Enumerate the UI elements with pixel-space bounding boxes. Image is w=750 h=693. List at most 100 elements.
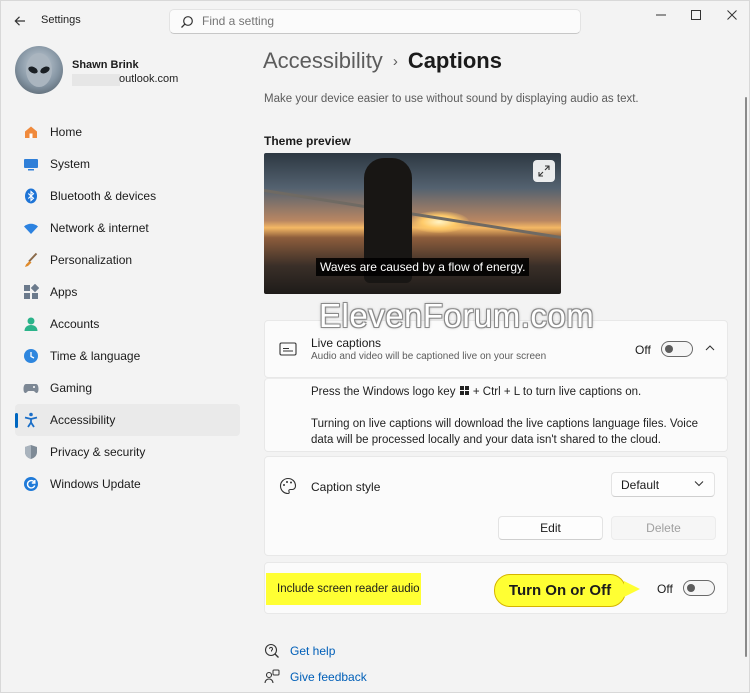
scrollbar[interactable]: [745, 97, 747, 657]
watermark: ElevenForum.com: [319, 297, 595, 334]
live-captions-toggle[interactable]: [661, 341, 693, 357]
palette-icon: [280, 477, 297, 495]
sidebar-item-bluetooth[interactable]: Bluetooth & devices: [15, 180, 240, 212]
bluetooth-icon: [23, 188, 39, 204]
app-title: Settings: [41, 14, 81, 26]
caption-style-title: Caption style: [311, 480, 381, 494]
sidebar-item-label: Network & internet: [50, 221, 149, 235]
update-icon: [23, 476, 39, 492]
give-feedback-label: Give feedback: [290, 670, 367, 684]
maximize-icon: [691, 10, 701, 20]
live-captions-shortcut-text: Press the Windows logo key + Ctrl + L to…: [311, 384, 641, 400]
sidebar-item-label: Accessibility: [50, 413, 116, 427]
delete-button[interactable]: Delete: [611, 516, 716, 540]
captions-icon: [279, 342, 297, 356]
search-input[interactable]: [202, 14, 562, 28]
sidebar-item-accessibility[interactable]: Accessibility: [15, 404, 240, 436]
chevron-down-icon: [694, 481, 704, 487]
sidebar-item-accounts[interactable]: Accounts: [15, 308, 240, 340]
give-feedback-link[interactable]: Give feedback: [264, 669, 367, 685]
back-arrow-icon: [14, 16, 25, 26]
back-button[interactable]: [9, 10, 31, 32]
expand-preview-button[interactable]: [533, 160, 555, 182]
caption-style-card: Caption style: [264, 456, 728, 556]
live-captions-download-text-1: Turning on live captions will download t…: [311, 418, 698, 430]
brush-icon: [23, 252, 39, 268]
sidebar-item-network[interactable]: Network & internet: [15, 212, 240, 244]
profile-name: Shawn Brink: [72, 59, 139, 71]
get-help-label: Get help: [290, 644, 336, 658]
sidebar-item-label: Windows Update: [50, 477, 141, 491]
minimize-icon: [656, 14, 666, 16]
screen-reader-state: Off: [657, 582, 673, 596]
alien-avatar-icon: [26, 53, 52, 87]
sidebar-item-privacy[interactable]: Privacy & security: [15, 436, 240, 468]
breadcrumb-separator: ›: [392, 53, 398, 70]
screen-reader-label: Include screen reader audio: [266, 573, 421, 605]
close-icon: [727, 10, 737, 20]
breadcrumb: Accessibility › Captions: [263, 48, 502, 74]
screen-reader-toggle[interactable]: [683, 580, 715, 596]
sidebar-item-label: Time & language: [50, 349, 141, 363]
sidebar-item-gaming[interactable]: Gaming: [15, 372, 240, 404]
settings-window: Settings Shawn Brink outlook.com Home: [0, 0, 750, 693]
sidebar-item-system[interactable]: System: [15, 148, 240, 180]
monitor-icon: [23, 156, 39, 172]
caption-style-selected: Default: [621, 477, 660, 492]
person-icon: [23, 316, 39, 332]
edit-button[interactable]: Edit: [498, 516, 603, 540]
sidebar-item-time-language[interactable]: Time & language: [15, 340, 240, 372]
feedback-icon: [264, 669, 280, 685]
sidebar-item-windows-update[interactable]: Windows Update: [15, 468, 240, 500]
title-bar: Settings: [1, 1, 750, 41]
page-subtitle: Make your device easier to use without s…: [264, 93, 639, 105]
expand-icon: [538, 165, 550, 177]
breadcrumb-parent[interactable]: Accessibility: [263, 48, 383, 73]
get-help-link[interactable]: Get help: [264, 643, 335, 659]
sidebar-item-label: Apps: [50, 285, 78, 299]
minimize-button[interactable]: [646, 5, 676, 25]
theme-preview-title: Theme preview: [264, 134, 351, 148]
home-icon: [23, 124, 39, 140]
close-button[interactable]: [717, 5, 747, 25]
shortcut-text-before: Press the Windows logo key: [311, 386, 456, 398]
sidebar-item-label: Accounts: [50, 317, 100, 331]
search-icon: [181, 16, 193, 28]
accessibility-icon: [23, 412, 39, 428]
chevron-up-icon[interactable]: [705, 344, 715, 351]
live-captions-info: Press the Windows logo key + Ctrl + L to…: [264, 378, 728, 452]
live-captions-download-text-2: data will be processed locally and your …: [311, 434, 661, 446]
sidebar-item-apps[interactable]: Apps: [15, 276, 240, 308]
maximize-button[interactable]: [681, 5, 711, 25]
sidebar-item-label: Privacy & security: [50, 445, 146, 459]
sidebar-item-personalization[interactable]: Personalization: [15, 244, 240, 276]
live-captions-state: Off: [635, 343, 651, 357]
profile-email: outlook.com: [119, 73, 179, 85]
sidebar-item-label: Personalization: [50, 253, 133, 267]
shortcut-text-after: + Ctrl + L to turn live captions on.: [472, 386, 642, 398]
help-icon: [264, 643, 280, 659]
avatar[interactable]: [15, 46, 63, 94]
shield-icon: [23, 444, 39, 460]
search-box[interactable]: [169, 9, 581, 34]
windows-logo-icon: [459, 386, 469, 395]
live-captions-title: Live captions: [311, 336, 382, 350]
email-redaction: [72, 74, 120, 86]
gamepad-icon: [23, 380, 39, 396]
sidebar-item-label: System: [50, 157, 91, 171]
callout-arrow: [624, 581, 640, 597]
turn-on-off-callout: Turn On or Off: [494, 574, 626, 607]
caption-style-dropdown[interactable]: Default: [611, 472, 715, 497]
sidebar-item-label: Gaming: [50, 381, 93, 395]
sidebar-item-home[interactable]: Home: [15, 116, 240, 148]
apps-icon: [23, 284, 39, 300]
railing: [264, 189, 561, 240]
page-title: Captions: [407, 48, 502, 73]
sidebar-item-label: Home: [50, 125, 83, 139]
clock-globe-icon: [23, 348, 39, 364]
sidebar-item-label: Bluetooth & devices: [50, 189, 157, 203]
sidebar-nav: Home System Bluetooth & devices Network …: [15, 116, 240, 500]
preview-caption: Waves are caused by a flow of energy.: [316, 258, 530, 276]
wifi-icon: [23, 220, 39, 236]
live-captions-description: Audio and video will be captioned live o…: [311, 351, 547, 362]
